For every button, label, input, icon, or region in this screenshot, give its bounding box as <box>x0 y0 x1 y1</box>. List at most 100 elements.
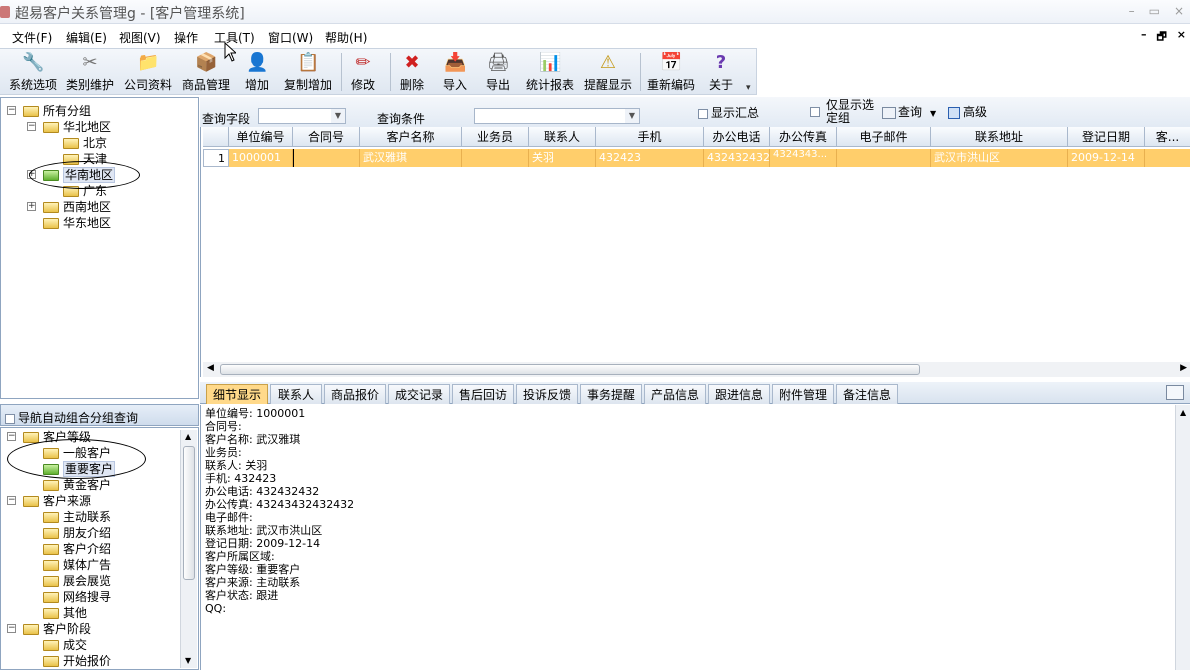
tab-reminders[interactable]: 事务提醒 <box>580 384 642 404</box>
collapse-icon[interactable]: − <box>7 624 16 633</box>
chevron-down-icon[interactable]: ▼ <box>930 109 936 118</box>
scroll-right-icon[interactable]: ▶ <box>1180 363 1187 373</box>
tree-node-stage-item[interactable]: 开始报价 <box>43 653 111 669</box>
column-header[interactable]: 手机 <box>596 127 704 147</box>
close-button[interactable]: × <box>1174 4 1184 18</box>
tree-node-source-item[interactable]: 网络搜寻 <box>43 589 111 605</box>
scroll-left-icon[interactable]: ◀ <box>207 363 214 373</box>
advanced-search-button[interactable]: 高级 <box>948 103 987 120</box>
column-header[interactable]: 业务员 <box>462 127 529 147</box>
mdi-minimize-button[interactable]: – <box>1141 28 1147 47</box>
column-header[interactable]: 电子邮件 <box>837 127 931 147</box>
table-cell[interactable]: 武汉雅琪 <box>360 149 462 167</box>
chevron-down-icon[interactable]: ▼ <box>625 109 639 123</box>
search-button[interactable]: 查询 ▼ <box>882 103 936 120</box>
scroll-down-icon[interactable]: ▼ <box>185 656 191 665</box>
tab-contacts[interactable]: 联系人 <box>270 384 322 404</box>
column-header[interactable]: 办公电话 <box>704 127 770 147</box>
scroll-up-icon[interactable]: ▲ <box>185 432 191 441</box>
system-options-button[interactable]: 🔧 系统选项 <box>8 53 58 93</box>
table-cell[interactable] <box>462 149 529 167</box>
tree-node-beijing[interactable]: 北京 <box>63 135 107 151</box>
query-condition-select[interactable]: ▼ <box>474 108 640 124</box>
tab-quotes[interactable]: 商品报价 <box>324 384 386 404</box>
delete-button[interactable]: ✖ 删除 <box>398 53 426 93</box>
about-button[interactable]: ? 关于 <box>707 53 735 93</box>
tree-node-source-item[interactable]: 媒体广告 <box>43 557 111 573</box>
menu-edit[interactable]: 编辑(E) <box>66 29 107 46</box>
collapse-icon[interactable]: − <box>27 122 36 131</box>
maximize-button[interactable]: ▭ <box>1149 4 1160 18</box>
mdi-close-button[interactable]: × <box>1177 28 1186 47</box>
company-info-button[interactable]: 📁 公司资料 <box>123 53 173 93</box>
recode-button[interactable]: 📅 重新编码 <box>646 53 696 93</box>
table-cell[interactable]: 432423 <box>596 149 704 167</box>
copy-add-button[interactable]: 📋 复制增加 <box>283 53 333 93</box>
scroll-up-icon[interactable]: ▲ <box>1180 408 1186 417</box>
chevron-down-icon[interactable]: ▼ <box>331 109 345 123</box>
column-header[interactable]: 登记日期 <box>1068 127 1145 147</box>
query-field-select[interactable]: ▼ <box>258 108 346 124</box>
mdi-restore-button[interactable]: 🗗 <box>1156 28 1166 47</box>
tree-node-source-item[interactable]: 朋友介绍 <box>43 525 111 541</box>
column-header[interactable]: 联系人 <box>529 127 596 147</box>
table-cell[interactable]: 2009-12-14 <box>1068 149 1145 167</box>
table-cell[interactable]: 1000001 <box>229 149 293 167</box>
table-cell[interactable]: 关羽 <box>529 149 596 167</box>
menu-help[interactable]: 帮助(H) <box>325 29 367 46</box>
menu-file[interactable]: 文件(F) <box>12 29 52 46</box>
tree-node-source-item[interactable]: 其他 <box>43 605 87 621</box>
reminder-display-button[interactable]: ⚠ 提醒显示 <box>583 53 633 93</box>
only-selected-group-checkbox[interactable] <box>810 104 823 118</box>
tab-after-sale[interactable]: 售后回访 <box>452 384 514 404</box>
column-header[interactable]: 办公传真 <box>770 127 837 147</box>
table-cell[interactable] <box>837 149 931 167</box>
tree-node-stage-item[interactable]: 成交 <box>43 637 87 653</box>
tree-node-east[interactable]: 华东地区 <box>43 215 111 231</box>
export-button[interactable]: 🖨 导出 <box>484 53 512 93</box>
column-header[interactable]: 客户名称 <box>360 127 462 147</box>
table-cell[interactable] <box>1145 149 1190 167</box>
collapse-icon[interactable]: − <box>7 106 16 115</box>
column-header[interactable]: 联系地址 <box>931 127 1068 147</box>
tab-detail[interactable]: 细节显示 <box>206 384 268 404</box>
show-summary-checkbox[interactable]: 显示汇总 <box>698 104 759 121</box>
tree-node-source-item[interactable]: 主动联系 <box>43 509 111 525</box>
expand-icon[interactable]: + <box>27 202 36 211</box>
tree-scrollbar[interactable]: ▲ ▼ <box>180 430 197 668</box>
tab-complaints[interactable]: 投诉反馈 <box>516 384 578 404</box>
menu-window[interactable]: 窗口(W) <box>268 29 313 46</box>
collapse-icon[interactable]: − <box>7 496 16 505</box>
tab-attachments[interactable]: 附件管理 <box>772 384 834 404</box>
table-cell[interactable]: 武汉市洪山区 <box>931 149 1068 167</box>
edit-button[interactable]: ✏ 修改 <box>349 53 377 93</box>
tree-node-source-item[interactable]: 客户介绍 <box>43 541 111 557</box>
checkbox-icon[interactable] <box>5 413 15 424</box>
tab-deals[interactable]: 成交记录 <box>388 384 450 404</box>
nav-auto-group-toggle[interactable]: 导航自动组合分组查询 <box>0 404 199 426</box>
tab-follow-up[interactable]: 跟进信息 <box>708 384 770 404</box>
tree-node-gold-customer[interactable]: 黄金客户 <box>43 477 111 493</box>
import-button[interactable]: 📥 导入 <box>441 53 469 93</box>
column-header[interactable]: 客... <box>1145 127 1190 147</box>
collapse-icon[interactable]: − <box>7 432 16 441</box>
column-header[interactable]: 单位编号 <box>229 127 293 147</box>
scroll-thumb[interactable] <box>183 446 195 580</box>
toolbar-overflow-icon[interactable]: ▾ <box>746 83 751 93</box>
tab-notes[interactable]: 备注信息 <box>836 384 898 404</box>
statistics-report-button[interactable]: 📊 统计报表 <box>525 53 575 93</box>
detail-scrollbar[interactable]: ▲ <box>1175 405 1190 670</box>
scroll-thumb[interactable] <box>220 364 920 375</box>
minimize-button[interactable]: – <box>1129 4 1135 18</box>
checkbox-icon[interactable] <box>810 106 820 117</box>
table-cell[interactable] <box>293 149 360 167</box>
tree-node-source-item[interactable]: 展会展览 <box>43 573 111 589</box>
tab-products[interactable]: 产品信息 <box>644 384 706 404</box>
add-button[interactable]: 👤 增加 <box>242 53 272 93</box>
checkbox-icon[interactable] <box>698 108 708 119</box>
panel-options-icon[interactable] <box>1166 385 1184 400</box>
table-cell[interactable]: 432432432 <box>704 149 770 167</box>
category-maintain-button[interactable]: ✂ 类别维护 <box>65 53 115 93</box>
menu-operation[interactable]: 操作 <box>174 29 198 46</box>
menu-view[interactable]: 视图(V) <box>119 29 161 46</box>
